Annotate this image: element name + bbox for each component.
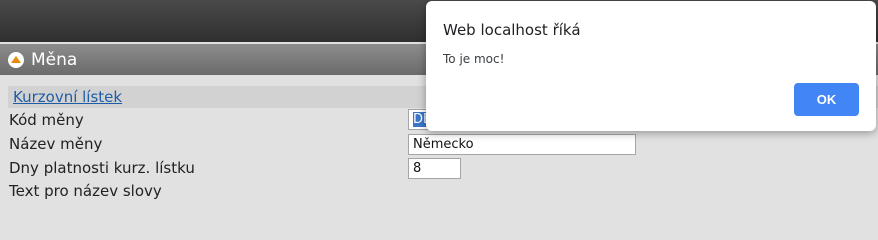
currency-name-label: Název měny (9, 135, 103, 153)
alert-dialog: Web localhost říká To je moc! OK (426, 1, 876, 131)
panel-title: Měna (31, 49, 78, 70)
ok-button[interactable]: OK (794, 83, 859, 116)
currency-code-label: Kód měny (9, 111, 84, 129)
word-text-label: Text pro název slovy (9, 182, 162, 200)
dialog-message: To je moc! (443, 52, 505, 66)
dialog-title: Web localhost říká (443, 21, 581, 39)
chevron-up-icon[interactable] (8, 51, 24, 68)
exchange-rate-list-link[interactable]: Kurzovní lístek (13, 88, 122, 106)
validity-days-field[interactable]: 8 (408, 158, 461, 179)
currency-name-field[interactable]: Německo (408, 134, 636, 155)
validity-days-label: Dny platnosti kurz. lístku (9, 159, 195, 177)
